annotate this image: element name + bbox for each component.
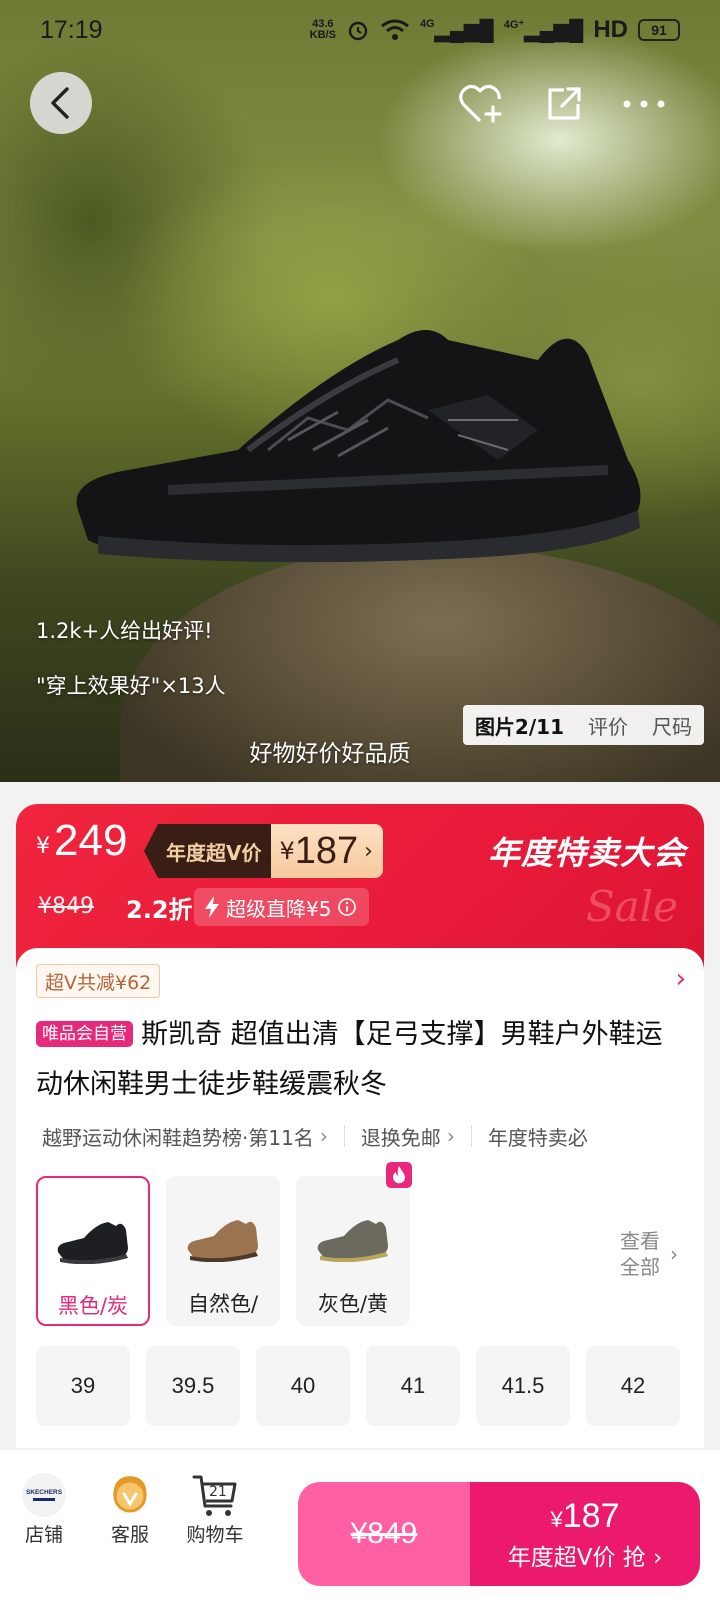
color-option-black[interactable]: 黑色/炭 <box>36 1176 150 1326</box>
sale-script: Sale <box>585 882 678 931</box>
current-price: 249 <box>54 816 128 865</box>
flame-icon <box>386 1162 412 1188</box>
color-option-gray[interactable]: 灰色/黄 <box>296 1162 412 1326</box>
self-operated-tag: 唯品会自营 <box>36 1021 133 1047</box>
size-option[interactable]: 39.5 <box>146 1346 240 1426</box>
vip-price-tag[interactable]: 年度超V价 ¥ 187 › <box>144 824 383 878</box>
top-navigation <box>0 72 720 136</box>
cart-label: 购物车 <box>186 1524 244 1546</box>
bottom-action-bar: SKECHERS 店铺 客服 21 购物车 ¥849 ¥187 年度超V价 抢 … <box>0 1450 720 1600</box>
customer-service-icon <box>113 1476 147 1513</box>
divider <box>343 1125 345 1147</box>
chevron-right-icon: › <box>319 1124 328 1148</box>
product-image-carousel[interactable]: 17:19 43.6 KB/S 4G▂▄▆█ 4G⁺▂▄▆█ HD 91 1.2… <box>0 0 720 782</box>
hd-label: HD <box>593 16 628 43</box>
size-option[interactable]: 39 <box>36 1346 130 1426</box>
back-button[interactable] <box>30 72 92 134</box>
store-logo-icon: SKECHERS <box>22 1473 66 1517</box>
price-currency: ¥ <box>36 834 50 859</box>
chevron-right-icon[interactable]: › <box>676 964 686 994</box>
tab-images[interactable]: 图片2/11 <box>463 711 576 740</box>
buy-original-price: ¥849 <box>298 1482 470 1586</box>
shoe-thumbnail <box>187 1220 258 1262</box>
shoe-thumbnail <box>317 1220 388 1262</box>
customer-service-button[interactable]: 客服 <box>90 1470 170 1547</box>
size-option[interactable]: 41.5 <box>476 1346 570 1426</box>
chevron-right-icon: › <box>446 1124 455 1148</box>
buy-button[interactable]: ¥849 ¥187 年度超V价 抢 › <box>298 1482 700 1586</box>
wifi-icon <box>381 19 409 40</box>
alarm-icon <box>348 21 368 41</box>
more-dots-icon <box>623 100 665 108</box>
color-options: 黑色/炭 自然色/ 灰色/黄 <box>36 1162 412 1326</box>
status-bar: 17:19 43.6 KB/S 4G▂▄▆█ 4G⁺▂▄▆█ HD 91 <box>0 0 720 60</box>
event-title: 年度特卖大会 <box>487 834 686 872</box>
product-main-image <box>76 330 641 563</box>
favorite-button[interactable] <box>456 78 508 130</box>
chevron-right-icon: › <box>364 838 373 864</box>
size-options: 39 39.5 40 41 41.5 42 <box>36 1346 680 1426</box>
review-count-text: 1.2k+人给出好评! <box>36 619 213 643</box>
product-title: 唯品会自营 斯凯奇 超值出清【足弓支撑】男鞋户外鞋运动休闲鞋男士徒步鞋缓震秋冬 <box>36 1019 663 1100</box>
cart-count: 21 <box>209 1484 227 1500</box>
vip-price-label: 年度超V价 <box>144 824 272 878</box>
lightning-icon <box>205 896 219 918</box>
size-option[interactable]: 40 <box>256 1346 350 1426</box>
coupon-badge[interactable]: 超V共减¥62 <box>36 964 161 998</box>
size-option[interactable]: 41 <box>366 1346 460 1426</box>
service-label: 客服 <box>110 1524 149 1546</box>
divider <box>470 1125 472 1147</box>
color-option-natural[interactable]: 自然色/ <box>166 1176 280 1326</box>
size-option[interactable]: 42 <box>586 1346 680 1426</box>
net-speed: 43.6 KB/S <box>309 18 336 41</box>
tab-reviews[interactable]: 评价 <box>576 711 640 740</box>
return-policy-link[interactable]: 退换免邮 › <box>361 1122 455 1151</box>
tab-size[interactable]: 尺码 <box>640 711 704 740</box>
chevron-right-icon: › <box>670 1242 678 1266</box>
rank-link[interactable]: 越野运动休闲鞋趋势榜·第11名 › <box>42 1122 328 1151</box>
view-all-colors[interactable]: 查看全部 › <box>620 1228 678 1280</box>
share-button[interactable] <box>538 78 590 130</box>
store-label: 店铺 <box>24 1524 63 1546</box>
share-icon <box>548 87 581 120</box>
chevron-left-icon <box>51 87 69 119</box>
signal-4g-icon: 4G▂▄▆█ <box>419 17 494 42</box>
color-option-label: 灰色/黄 <box>317 1292 389 1316</box>
shoe-thumbnail <box>57 1222 128 1264</box>
event-link[interactable]: 年度特卖必 <box>488 1122 588 1151</box>
original-price: ¥849 <box>38 894 94 919</box>
more-button[interactable] <box>618 78 670 130</box>
signal-4g-plus-icon: 4G⁺▂▄▆█ <box>503 18 584 42</box>
product-info-card: 超V共减¥62 › 唯品会自营 斯凯奇 超值出清【足弓支撑】男鞋户外鞋运动休闲鞋男… <box>16 948 704 1448</box>
price-drop-tag[interactable]: 超级直降¥5 <box>194 888 370 926</box>
svg-text:SKECHERS: SKECHERS <box>26 1489 63 1496</box>
store-button[interactable]: SKECHERS 店铺 <box>4 1470 84 1547</box>
image-tabs: 图片2/11 评价 尺码 <box>462 705 704 745</box>
discount-rate: 2.2折 <box>126 896 193 924</box>
cart-button[interactable]: 21 购物车 <box>175 1470 255 1547</box>
color-option-label: 黑色/炭 <box>57 1294 129 1318</box>
product-highlights: 越野运动休闲鞋趋势榜·第11名 › 退换免邮 › 年度特卖必 <box>42 1118 692 1154</box>
info-icon <box>338 898 357 916</box>
vip-price-value: ¥ 187 › <box>271 824 383 878</box>
heart-plus-icon <box>459 84 502 123</box>
buy-vip-price: ¥187 年度超V价 抢 › <box>470 1482 700 1586</box>
battery-icon: 91 <box>638 19 680 41</box>
chevron-right-icon: › <box>645 1544 663 1571</box>
price-drop-label: 超级直降¥5 <box>226 896 332 921</box>
status-time: 17:19 <box>40 15 103 44</box>
effect-count-text: "穿上效果好"×13人 <box>36 674 226 698</box>
color-option-label: 自然色/ <box>187 1292 259 1316</box>
